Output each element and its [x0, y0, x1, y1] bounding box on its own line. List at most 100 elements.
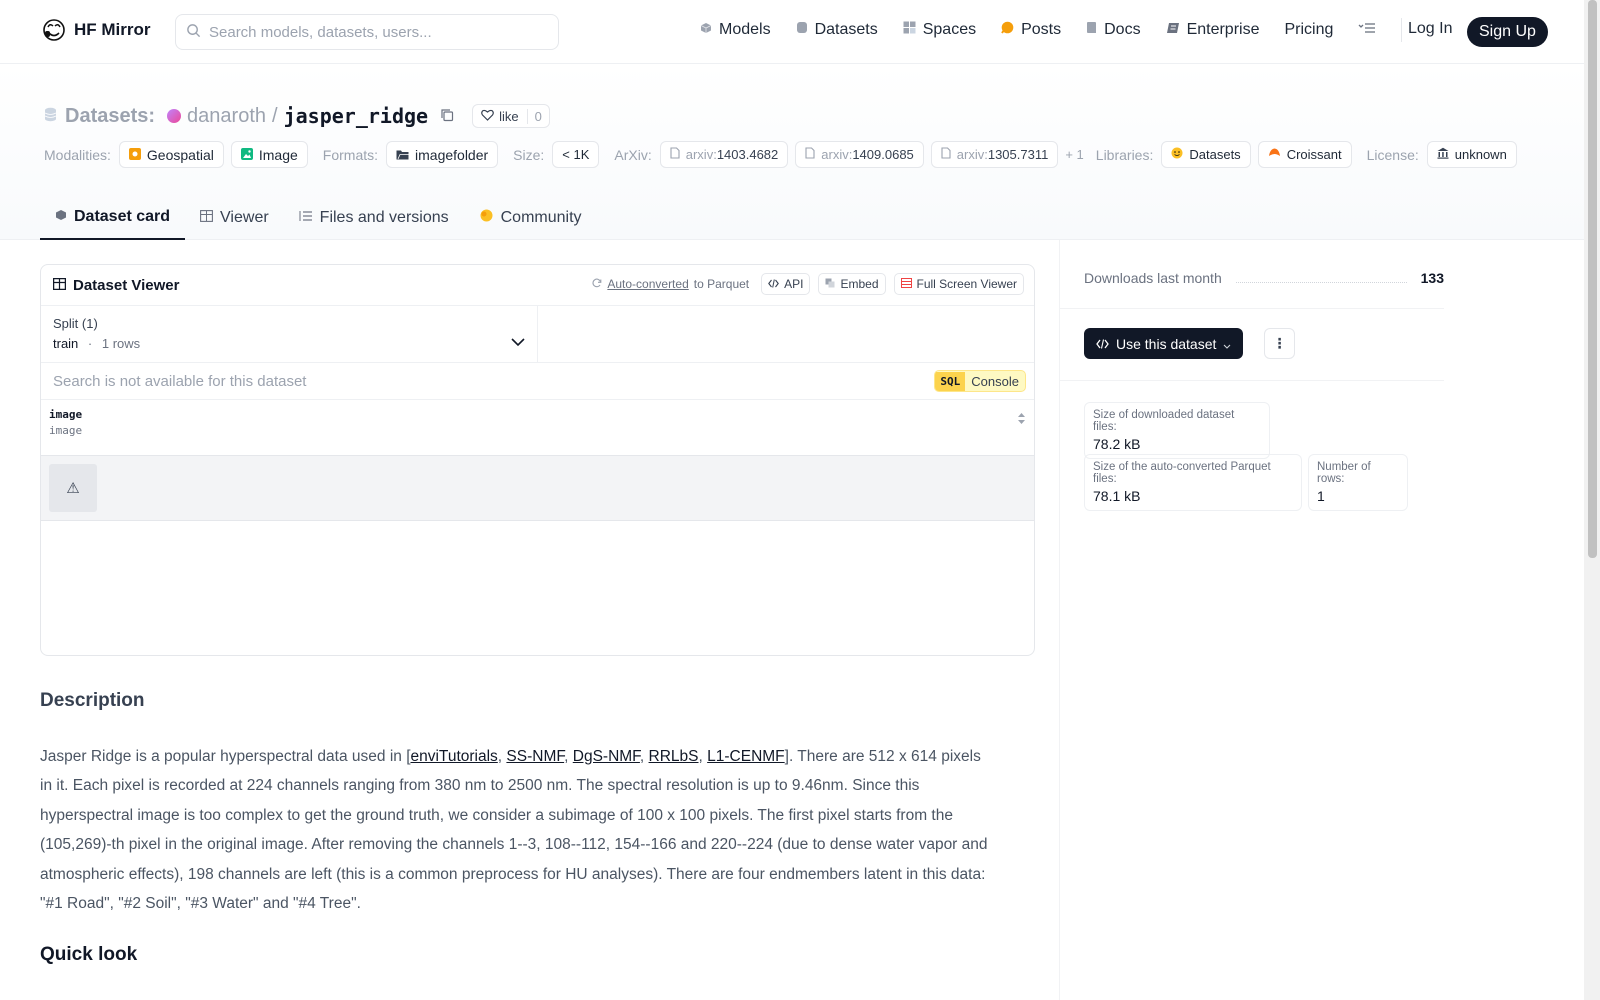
tag-imagefolder[interactable]: imagefolder	[386, 141, 499, 168]
column-type: image	[49, 424, 83, 437]
like-control[interactable]: like	[473, 109, 527, 124]
api-label: API	[784, 277, 804, 291]
owner-avatar	[167, 109, 182, 123]
tag-image[interactable]: Image	[230, 141, 308, 168]
nav-more-menu[interactable]	[1358, 21, 1376, 39]
api-button[interactable]: API	[761, 273, 811, 295]
column-name: image	[49, 408, 83, 421]
tab-dataset-card[interactable]: Dataset card	[40, 196, 186, 240]
main-nav: Models Datasets Spaces Posts Docs Enterp…	[700, 18, 1418, 42]
downloads-sparkline	[1235, 273, 1407, 283]
dataset-title-row: Datasets: danaroth / jasper_ridge like 0	[44, 104, 550, 128]
embed-button[interactable]: Embed	[818, 273, 886, 295]
arxiv-id: 1409.0685	[852, 147, 914, 162]
cube-icon	[55, 208, 67, 226]
viewer-search-row: Search is not available for this dataset…	[41, 363, 1034, 400]
formats-label: Formats:	[322, 146, 379, 163]
nav-enterprise[interactable]: Enterprise	[1166, 21, 1259, 39]
tag-arxiv-1[interactable]: arxiv:1403.4682	[659, 141, 789, 168]
title-separator: /	[272, 104, 278, 127]
nav-pricing[interactable]: Pricing	[1284, 21, 1333, 39]
doc-icon	[1086, 21, 1097, 39]
like-button[interactable]: like 0	[472, 104, 550, 128]
arxiv-id: 1403.4682	[716, 147, 779, 162]
login-link[interactable]: Log In	[1408, 20, 1452, 38]
nav-posts-label: Posts	[1021, 21, 1062, 38]
libraries-label: Libraries:	[1095, 146, 1154, 163]
tag-arxiv-3[interactable]: arxiv:1305.7311	[930, 141, 1059, 168]
link-ss-nmf[interactable]: SS-NMF	[506, 748, 564, 765]
link-dgs-nmf[interactable]: DgS-NMF	[573, 748, 640, 765]
datasets-breadcrumb[interactable]: Datasets:	[65, 105, 155, 128]
posts-icon	[1001, 21, 1014, 39]
to-parquet-text: to Parquet	[693, 277, 750, 291]
nav-models[interactable]: Models	[700, 21, 771, 39]
brand-link[interactable]: HF Mirror	[42, 18, 151, 42]
warning-icon: ⚠	[66, 480, 80, 497]
stat-value: 1	[1317, 488, 1325, 504]
hf-logo-icon	[42, 18, 66, 42]
code-icon	[768, 277, 780, 291]
more-options-button[interactable]: ⋮	[1264, 328, 1295, 359]
column-header-image[interactable]: image image	[41, 400, 1034, 456]
dataset-card-content: Description Jasper Ridge is a popular hy…	[40, 690, 990, 966]
column-divider	[1059, 240, 1060, 1000]
link-envitutorials[interactable]: enviTutorials	[411, 748, 498, 765]
image-cell[interactable]: ⚠	[49, 464, 97, 512]
downloads-row: Downloads last month 133	[1084, 270, 1444, 286]
dataset-name[interactable]: jasper_ridge	[284, 104, 429, 128]
arxiv-more[interactable]: + 1	[1065, 147, 1083, 162]
split-rows: 1 rows	[101, 336, 141, 351]
sort-icon[interactable]	[1017, 412, 1026, 428]
tag-size[interactable]: < 1K	[552, 141, 600, 168]
community-icon	[479, 209, 494, 227]
nav-docs[interactable]: Docs	[1086, 21, 1141, 39]
tab-viewer[interactable]: Viewer	[185, 196, 284, 240]
nav-spaces[interactable]: Spaces	[903, 21, 976, 39]
tag-license[interactable]: unknown	[1426, 141, 1517, 168]
sql-console-button[interactable]: SQL Console	[934, 370, 1026, 392]
split-selector[interactable]: Split (1) train · 1 rows	[41, 306, 538, 362]
fullscreen-viewer-button[interactable]: Full Screen Viewer	[893, 273, 1024, 295]
stat-rows: Number of rows: 1	[1308, 454, 1408, 511]
split-row: Split (1) train · 1 rows	[41, 306, 1034, 363]
nav-datasets[interactable]: Datasets	[796, 21, 878, 39]
use-dataset-button[interactable]: Use this dataset	[1084, 328, 1244, 359]
tab-community-label: Community	[500, 209, 582, 226]
search-input[interactable]	[209, 23, 539, 41]
dataset-viewer: Dataset Viewer Auto-converted to Parquet…	[40, 264, 1035, 656]
menu-lines-icon	[1358, 21, 1376, 39]
chevron-down-icon	[1223, 336, 1231, 352]
owner-link[interactable]: danaroth	[187, 105, 266, 128]
nav-posts[interactable]: Posts	[1001, 21, 1061, 39]
tab-community[interactable]: Community	[464, 196, 597, 240]
tag-geospatial[interactable]: Geospatial	[118, 141, 224, 168]
stat-label: Size of downloaded dataset files:	[1093, 409, 1235, 433]
tab-files[interactable]: Files and versions	[284, 196, 464, 240]
embed-label: Embed	[840, 277, 879, 291]
folder-icon	[396, 147, 409, 163]
tag-arxiv-2[interactable]: arxiv:1409.0685	[795, 141, 924, 168]
stat-value: 78.2 kB	[1093, 436, 1141, 452]
sql-badge: SQL	[935, 371, 966, 391]
table-row: ⚠	[41, 456, 1034, 521]
description-heading: Description	[40, 690, 145, 711]
nav-datasets-label: Datasets	[814, 21, 878, 38]
link-rrlbs[interactable]: RRLbS	[649, 748, 699, 765]
tag-imagefolder-label: imagefolder	[415, 146, 489, 163]
global-search[interactable]	[175, 14, 559, 50]
page-scrollbar-thumb[interactable]	[1588, 0, 1597, 558]
copy-icon[interactable]	[440, 105, 454, 128]
split-dot: ·	[87, 336, 93, 351]
database-icon	[44, 105, 57, 128]
tag-lib-datasets[interactable]: Datasets	[1161, 141, 1251, 168]
like-label: like	[499, 108, 519, 124]
signup-button[interactable]: Sign Up	[1467, 17, 1548, 47]
link-l1-cenmf[interactable]: L1-CENMF	[707, 748, 785, 765]
sidebar-divider	[1060, 380, 1444, 381]
tag-lib-croissant[interactable]: Croissant	[1257, 141, 1352, 168]
refresh-icon	[592, 277, 602, 291]
downloads-value: 133	[1420, 270, 1444, 286]
auto-converted-link[interactable]: Auto-converted	[607, 277, 688, 291]
downloads-label: Downloads last month	[1084, 270, 1222, 286]
